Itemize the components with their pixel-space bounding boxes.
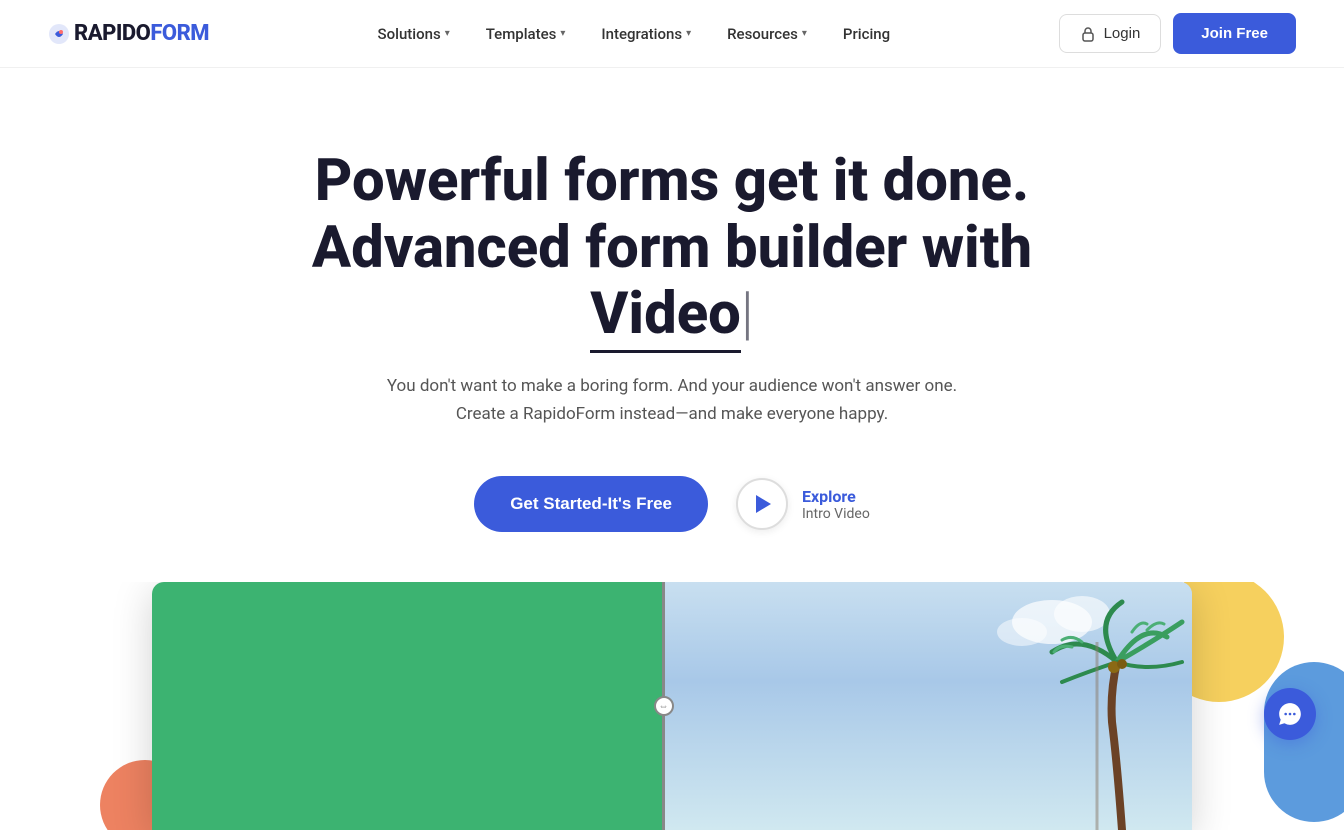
lock-icon — [1080, 26, 1096, 42]
video-label-top: Explore — [802, 487, 870, 506]
demo-panel-right — [665, 582, 1192, 830]
join-free-button[interactable]: Join Free — [1173, 13, 1296, 54]
nav-integrations[interactable]: Integrations ▾ — [587, 17, 705, 51]
hero-subtitle: You don't want to make a boring form. An… — [382, 372, 962, 428]
get-started-button[interactable]: Get Started-It's Free — [474, 476, 708, 532]
demo-panel-left — [152, 582, 662, 830]
video-label: Explore Intro Video — [802, 487, 870, 522]
chevron-down-icon: ▾ — [560, 28, 565, 39]
login-button[interactable]: Login — [1059, 14, 1162, 53]
chevron-down-icon: ▾ — [686, 28, 691, 39]
nav-links: Solutions ▾ Templates ▾ Integrations ▾ R… — [364, 17, 905, 51]
chevron-down-icon: ▾ — [802, 28, 807, 39]
explore-video-button[interactable]: Explore Intro Video — [736, 478, 870, 530]
demo-panels: ⇔ — [152, 582, 1192, 830]
nav-pricing[interactable]: Pricing — [829, 17, 904, 51]
chat-icon — [1277, 701, 1303, 727]
hero-section: Powerful forms get it done. Advanced for… — [0, 68, 1344, 582]
demo-divider[interactable]: ⇔ — [662, 582, 665, 830]
hero-title: Powerful forms get it done. Advanced for… — [262, 148, 1082, 348]
hero-actions: Get Started-It's Free Explore Intro Vide… — [48, 476, 1296, 532]
blue-blob — [1264, 662, 1344, 822]
video-label-bottom: Intro Video — [802, 506, 870, 522]
chat-support-button[interactable] — [1264, 688, 1316, 740]
nav-solutions[interactable]: Solutions ▾ — [364, 17, 464, 51]
play-icon — [756, 495, 771, 513]
logo-text: RAPIDOFORM — [74, 21, 209, 46]
chevron-down-icon: ▾ — [445, 28, 450, 39]
nav-resources[interactable]: Resources ▾ — [713, 17, 821, 51]
divider-handle[interactable]: ⇔ — [654, 696, 674, 716]
play-button[interactable] — [736, 478, 788, 530]
demo-area: ⇔ — [0, 582, 1344, 830]
nav-templates[interactable]: Templates ▾ — [472, 17, 580, 51]
logo-icon — [48, 23, 70, 45]
logo[interactable]: RAPIDOFORM — [48, 21, 209, 46]
palm-tree-illustration — [992, 582, 1192, 830]
navbar: RAPIDOFORM Solutions ▾ Templates ▾ Integ… — [0, 0, 1344, 68]
nav-actions: Login Join Free — [1059, 13, 1296, 54]
hero-title-highlight: Video — [590, 280, 741, 353]
